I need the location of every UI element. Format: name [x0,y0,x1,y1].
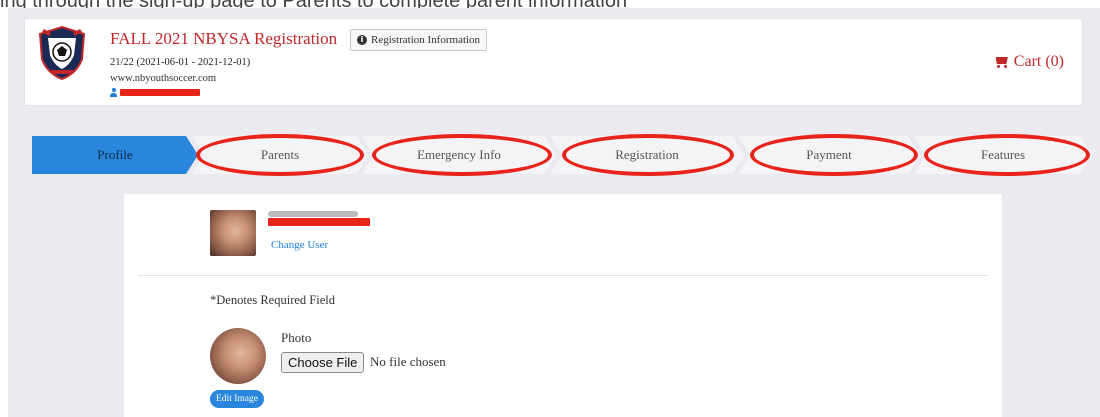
registration-steps: Profile Parents Emergency Info Registrat… [32,134,1092,176]
top-caption: ing through the sign-up page to Parents … [0,0,1100,8]
step-profile[interactable]: Profile [32,136,198,174]
step-payment[interactable]: Payment [738,136,920,174]
step-parents[interactable]: Parents [192,136,368,174]
redacted-user-name [268,218,370,226]
profile-panel: Change User *Denotes Required Field Phot… [124,194,1002,417]
choose-file-button[interactable]: Choose File [281,352,365,373]
club-logo [38,25,86,81]
club-website: www.nbyouthsoccer.com [110,73,217,84]
step-label: Profile [97,147,133,162]
cart-label: Cart (0) [1013,53,1064,70]
step-registration[interactable]: Registration [550,136,744,174]
user-name-ghost [268,211,358,217]
file-status: No file chosen [370,354,446,369]
season-dates: 21/22 (2021-06-01 - 2021-12-01) [110,57,251,68]
divider [138,275,988,276]
user-avatar [210,210,256,256]
cart-icon [994,55,1010,69]
registration-info-button[interactable]: i Registration Information [350,29,488,51]
profile-photo [210,328,266,384]
step-label: Parents [260,147,300,162]
user-icon [110,88,117,97]
step-features[interactable]: Features [914,136,1092,174]
cart-link[interactable]: Cart (0) [994,53,1064,71]
page-frame: FALL 2021 NBYSA Registration i Registrat… [8,8,1100,417]
info-icon: i [357,35,367,45]
step-label: Emergency Info [417,147,501,162]
change-user-link[interactable]: Change User [271,239,328,251]
step-emergency-info[interactable]: Emergency Info [362,136,556,174]
registration-info-label: Registration Information [371,34,481,46]
redacted-username [120,89,200,96]
edit-image-button[interactable]: Edit Image [210,390,264,408]
registration-title: FALL 2021 NBYSA Registration [110,29,338,48]
required-field-note: *Denotes Required Field [210,293,335,307]
step-label: Registration [615,147,679,162]
photo-label: Photo [281,330,312,345]
step-label: Payment [806,147,852,162]
registration-header: FALL 2021 NBYSA Registration i Registrat… [24,18,1083,106]
account-user [110,88,200,97]
step-label: Features [980,147,1026,162]
